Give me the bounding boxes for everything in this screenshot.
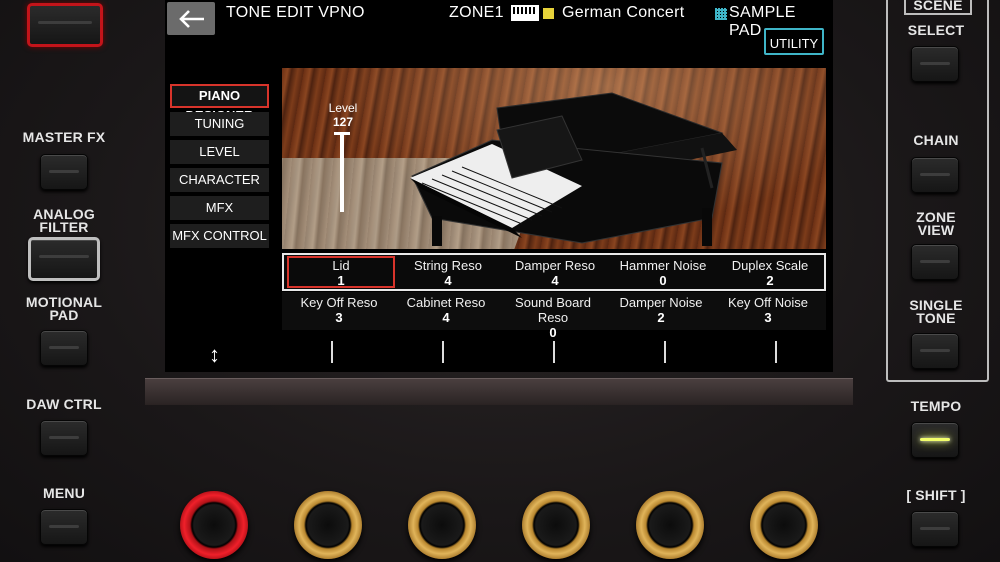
menu-tuning[interactable]: TUNING: [170, 112, 269, 136]
param-key-off-reso[interactable]: Key Off Reso 3: [285, 295, 393, 325]
analog-filter-button[interactable]: [28, 237, 100, 281]
param-name: Damper Reso: [514, 258, 596, 273]
chain-label: CHAIN: [913, 132, 959, 148]
softkey-updown-icon: ↕: [209, 342, 220, 367]
menu-button[interactable]: [40, 509, 88, 545]
param-hammer-noise[interactable]: Hammer Noise 0: [609, 258, 717, 288]
zone-indicator: ZONE1: [449, 4, 504, 21]
screen-bezel: [145, 378, 853, 405]
param-name: Duplex Scale: [731, 258, 809, 273]
master-fx-label: MASTER FX: [22, 129, 106, 145]
single-tone-label: SINGLE TONE: [909, 297, 963, 326]
param-value: 0: [659, 273, 667, 288]
master-fx-button[interactable]: [40, 154, 88, 190]
param-name: String Reso: [414, 258, 482, 273]
chain-button[interactable]: [911, 157, 959, 193]
zone-view-button[interactable]: [911, 244, 959, 280]
param-damper-noise[interactable]: Damper Noise 2: [607, 295, 715, 325]
param-duplex-scale[interactable]: Duplex Scale 2: [716, 258, 824, 288]
tempo-button[interactable]: [911, 422, 959, 458]
keyboard-icon: [511, 5, 539, 21]
param-value: 1: [337, 273, 345, 288]
menu-mfx-control[interactable]: MFX CONTROL: [170, 224, 269, 248]
softkey-indicator: [442, 341, 444, 363]
param-value: 3: [764, 310, 772, 325]
select-button[interactable]: [911, 46, 959, 82]
knob-1[interactable]: [180, 491, 248, 559]
param-cabinet-reso[interactable]: Cabinet Reso 4: [392, 295, 500, 325]
display-screen: TONE EDIT VPNO ZONE1 German Concert SAMP…: [165, 0, 833, 372]
menu-piano-designer[interactable]: PIANO DESIGNER: [170, 84, 269, 123]
param-name: Sound Board Reso: [515, 295, 591, 325]
zone-view-label: ZONE VIEW: [916, 209, 956, 238]
level-value: 127: [332, 115, 354, 129]
shift-label: [ SHIFT ]: [906, 487, 966, 503]
tempo-label: TEMPO: [910, 398, 962, 414]
param-row-1: Lid 1 String Reso 4 Damper Reso 4 Hammer…: [282, 253, 826, 291]
daw-ctrl-label: DAW CTRL: [26, 396, 102, 412]
top-left-button[interactable]: [27, 3, 103, 47]
param-lid[interactable]: Lid 1: [287, 256, 395, 288]
param-value: 4: [551, 273, 559, 288]
param-value: 2: [657, 310, 665, 325]
knob-3[interactable]: [408, 491, 476, 559]
motional-pad-label: MOTIONAL PAD: [25, 294, 103, 323]
utility-button[interactable]: UTILITY: [764, 28, 824, 55]
param-value: 3: [335, 310, 343, 325]
param-sound-board-reso[interactable]: Sound Board Reso 0: [499, 295, 607, 340]
softkey-indicator: [553, 341, 555, 363]
softkey-indicator: [331, 341, 333, 363]
level-label: Level: [328, 101, 358, 115]
menu-level[interactable]: LEVEL: [170, 140, 269, 164]
motional-pad-button[interactable]: [40, 330, 88, 366]
softkey-indicator: [775, 341, 777, 363]
param-string-reso[interactable]: String Reso 4: [394, 258, 502, 288]
param-row-2: Key Off Reso 3 Cabinet Reso 4 Sound Boar…: [282, 292, 826, 340]
grid-icon: [715, 8, 727, 20]
param-name: Cabinet Reso: [406, 295, 486, 310]
screen-header: TONE EDIT VPNO ZONE1 German Concert SAMP…: [165, 0, 833, 39]
back-button[interactable]: [167, 2, 215, 35]
menu-label: MENU: [42, 485, 86, 501]
tone-type-badge-icon: [543, 8, 554, 19]
level-slider[interactable]: [334, 132, 350, 212]
tone-name: German Concert: [562, 4, 685, 21]
daw-ctrl-button[interactable]: [40, 420, 88, 456]
knob-2[interactable]: [294, 491, 362, 559]
param-name: Hammer Noise: [619, 258, 707, 273]
softkey-indicator: [664, 341, 666, 363]
knob-5[interactable]: [636, 491, 704, 559]
knob-6[interactable]: [750, 491, 818, 559]
knob-4[interactable]: [522, 491, 590, 559]
shift-button[interactable]: [911, 511, 959, 547]
param-value: 2: [766, 273, 774, 288]
param-name: Key Off Noise: [728, 295, 808, 310]
screen-title: TONE EDIT VPNO: [226, 4, 365, 21]
param-key-off-noise[interactable]: Key Off Noise 3: [714, 295, 822, 325]
piano-image: Level 127: [282, 68, 826, 249]
param-value: 4: [442, 310, 450, 325]
select-label: SELECT: [907, 22, 965, 38]
param-value: 0: [549, 325, 557, 340]
analog-filter-label: ANALOG FILTER: [33, 206, 95, 235]
menu-character[interactable]: CHARACTER: [170, 168, 269, 192]
menu-mfx[interactable]: MFX: [170, 196, 269, 220]
param-name: Lid: [332, 258, 350, 273]
param-damper-reso[interactable]: Damper Reso 4: [501, 258, 609, 288]
back-arrow-icon: [179, 10, 204, 28]
param-value: 4: [444, 273, 452, 288]
scene-label: SCENE: [904, 0, 972, 15]
param-name: Damper Noise: [619, 295, 703, 310]
single-tone-button[interactable]: [911, 333, 959, 369]
grand-piano-illustration: [410, 92, 737, 246]
param-name: Key Off Reso: [300, 295, 378, 310]
